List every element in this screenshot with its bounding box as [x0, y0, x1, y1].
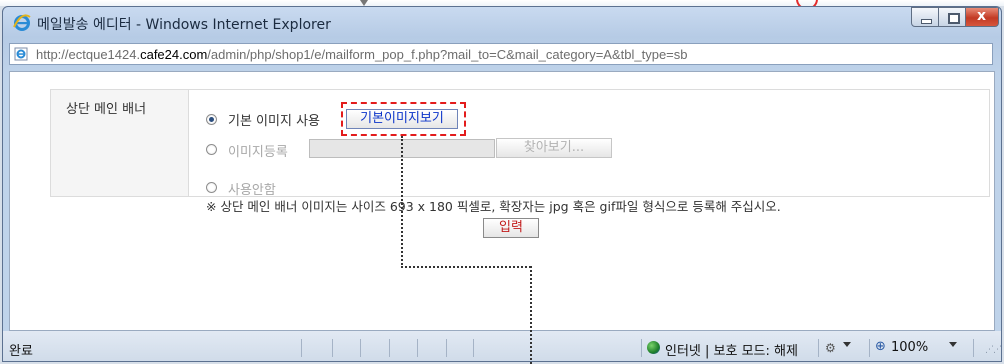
submit-button[interactable]: 입력 [483, 218, 539, 238]
security-zone-text: 인터넷 | 보호 모드: 해제 [665, 344, 798, 359]
status-divider [641, 339, 642, 357]
ie-page-icon [14, 47, 28, 61]
status-divider [417, 339, 418, 357]
highlight-dashed-box [341, 102, 466, 136]
option-default-image-label: 기본 이미지 사용 [228, 114, 320, 129]
status-divider [389, 339, 390, 357]
size-note: ※ 상단 메인 배너 이미지는 사이즈 693 x 180 픽셀로, 확장자는 … [206, 199, 781, 214]
status-divider [301, 339, 302, 357]
url-prefix: http://ectque1424. [36, 47, 141, 62]
callout-line [530, 266, 532, 364]
chevron-down-icon[interactable] [843, 342, 851, 347]
status-divider [818, 339, 819, 357]
radio-register-image[interactable] [206, 144, 217, 155]
status-divider [446, 339, 447, 357]
callout-line [401, 136, 403, 268]
window-title: 메일발송 에디터 - Windows Internet Explorer [37, 17, 331, 33]
url-domain: cafe24.com [140, 47, 208, 62]
ie-logo-icon [13, 14, 31, 31]
url-text[interactable]: http://ectque1424.cafe24.com/admin/php/s… [36, 47, 688, 62]
minimize-button[interactable] [911, 7, 939, 27]
browser-window: 메일발송 에디터 - Windows Internet Explorer x h… [2, 6, 1002, 362]
close-button[interactable]: x [965, 7, 999, 27]
globe-icon [647, 341, 660, 354]
option-register-image-label: 이미지등록 [228, 145, 288, 160]
status-divider [332, 339, 333, 357]
callout-line [401, 266, 531, 268]
magnifier-icon[interactable]: ⊕ [875, 339, 886, 354]
protected-mode-icon[interactable]: ⚙ [825, 341, 836, 355]
status-divider [973, 339, 974, 357]
resize-grip-icon[interactable]: ⋰⋰ [985, 345, 1001, 355]
title-bar[interactable]: 메일발송 에디터 - Windows Internet Explorer x [3, 7, 1001, 39]
browse-button[interactable]: 찾아보기... [496, 138, 612, 158]
radio-no-image[interactable] [206, 182, 217, 193]
zoom-level[interactable]: 100% [891, 340, 928, 355]
banner-label: 상단 메인 배너 [66, 102, 147, 117]
status-divider [473, 339, 474, 357]
radio-default-image[interactable] [206, 114, 217, 125]
status-divider [360, 339, 361, 357]
close-icon: x [977, 8, 987, 24]
maximize-button[interactable] [938, 7, 966, 27]
status-divider [869, 339, 870, 357]
chevron-down-icon[interactable] [949, 342, 957, 347]
address-bar[interactable]: http://ectque1424.cafe24.com/admin/php/s… [9, 43, 993, 65]
url-suffix: /admin/php/shop1/e/mailform_pop_f.php?ma… [207, 47, 688, 62]
status-text: 완료 [9, 344, 33, 359]
status-bar: 완료 인터넷 | 보호 모드: 해제 ⚙ ⊕ 100% ⋰⋰ [3, 331, 1001, 361]
form-label-cell: 상단 메인 배너 [51, 90, 189, 196]
